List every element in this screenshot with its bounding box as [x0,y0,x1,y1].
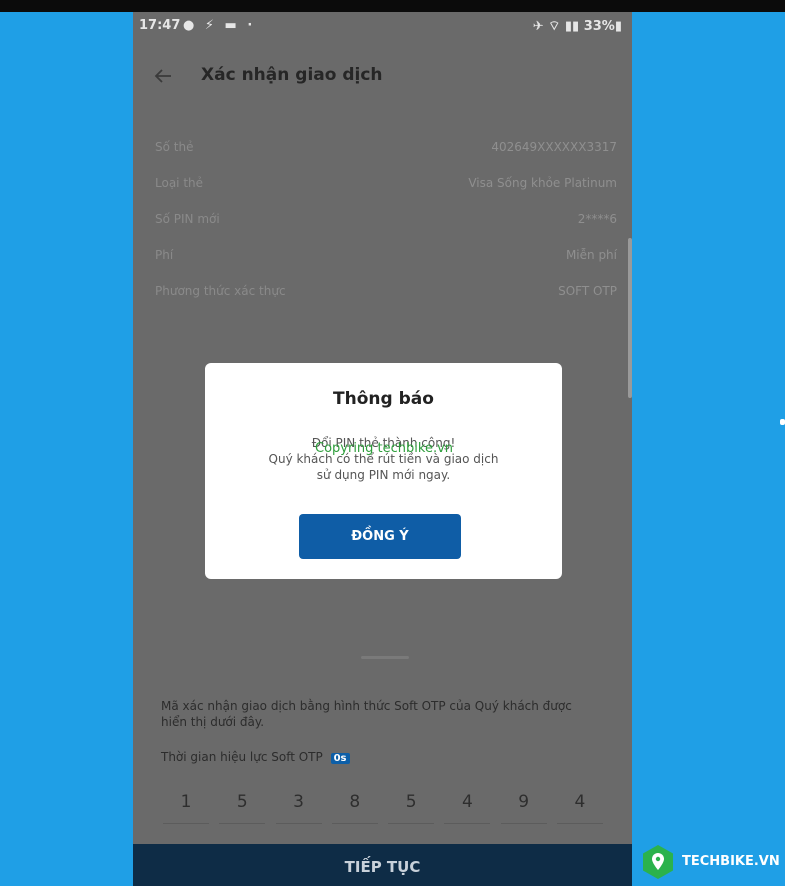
dialog-title: Thông báo [333,389,434,409]
logo-text: TECHBIKE.VN [682,854,780,869]
status-time: 17:47 [139,18,181,33]
info-value: Visa Sống khỏe Platinum [468,176,617,190]
info-value: 402649XXXXXX3317 [491,140,617,154]
otp-time-label: Thời gian hiệu lực Soft OTP [161,750,323,764]
transaction-info-list: Số thẻ 402649XXXXXX3317 Loại thẻ Visa Số… [155,134,617,314]
info-value: 2****6 [577,212,617,226]
continue-button[interactable]: TIẾP TỤC [133,844,632,886]
otp-digit: 5 [219,782,266,824]
info-label: Số thẻ [155,140,194,154]
otp-description: Mã xác nhận giao dịch bằng hình thức Sof… [161,699,572,729]
location-pin-icon [643,845,673,879]
otp-digit: 5 [388,782,435,824]
otp-validity: Thời gian hiệu lực Soft OTP 0s [161,750,350,764]
ok-button[interactable]: ĐỒNG Ý [299,514,461,559]
otp-digit: 4 [444,782,491,824]
otp-time-badge: 0s [330,753,350,764]
top-frame-strip [0,0,785,12]
info-row-fee: Phí Miễn phí [155,242,617,278]
info-value: Miễn phí [565,248,617,262]
techbike-logo: TECHBIKE.VN [640,844,785,880]
info-row-new-pin: Số PIN mới 2****6 [155,206,617,242]
otp-digits: 1 5 3 8 5 4 9 4 [163,782,603,826]
info-value: SOFT OTP [558,284,617,298]
page-title: Xác nhận giao dịch [201,65,383,85]
notification-dialog: Thông báo Đổi PIN thẻ thành công! Quý kh… [205,363,562,579]
system-icons: ✈ ⌔ ▮▮ 33%▮ [532,19,622,34]
info-row-card-type: Loại thẻ Visa Sống khỏe Platinum [155,170,617,206]
scrollbar-thumb[interactable] [628,238,632,398]
otp-digit: 3 [275,782,322,824]
otp-digit: 1 [163,782,209,824]
status-bar: 17:47 ● ⚡ ▬ · ✈ ⌔ ▮▮ 33%▮ [133,12,632,40]
back-arrow-icon[interactable] [151,64,175,88]
sheet-handle [361,656,409,659]
info-row-auth-method: Phương thức xác thực SOFT OTP [155,278,617,314]
app-header: Xác nhận giao dịch [133,58,632,98]
watermark-text: Copyring techbike.vn [315,441,454,456]
info-label: Phương thức xác thực [155,284,286,298]
info-label: Số PIN mới [155,212,220,226]
phone-screen: 17:47 ● ⚡ ▬ · ✈ ⌔ ▮▮ 33%▮ Xác nhận giao … [133,12,632,886]
otp-digit: 4 [556,782,603,824]
info-label: Loại thẻ [155,176,204,190]
notification-icons: ● ⚡ ▬ · [183,18,256,33]
info-row-card-number: Số thẻ 402649XXXXXX3317 [155,134,617,170]
info-label: Phí [155,248,174,262]
otp-digit: 9 [500,782,547,824]
dialog-message-line: sử dụng PIN mới ngay. [316,468,451,482]
edge-indicator [780,419,785,425]
otp-digit: 8 [331,782,378,824]
